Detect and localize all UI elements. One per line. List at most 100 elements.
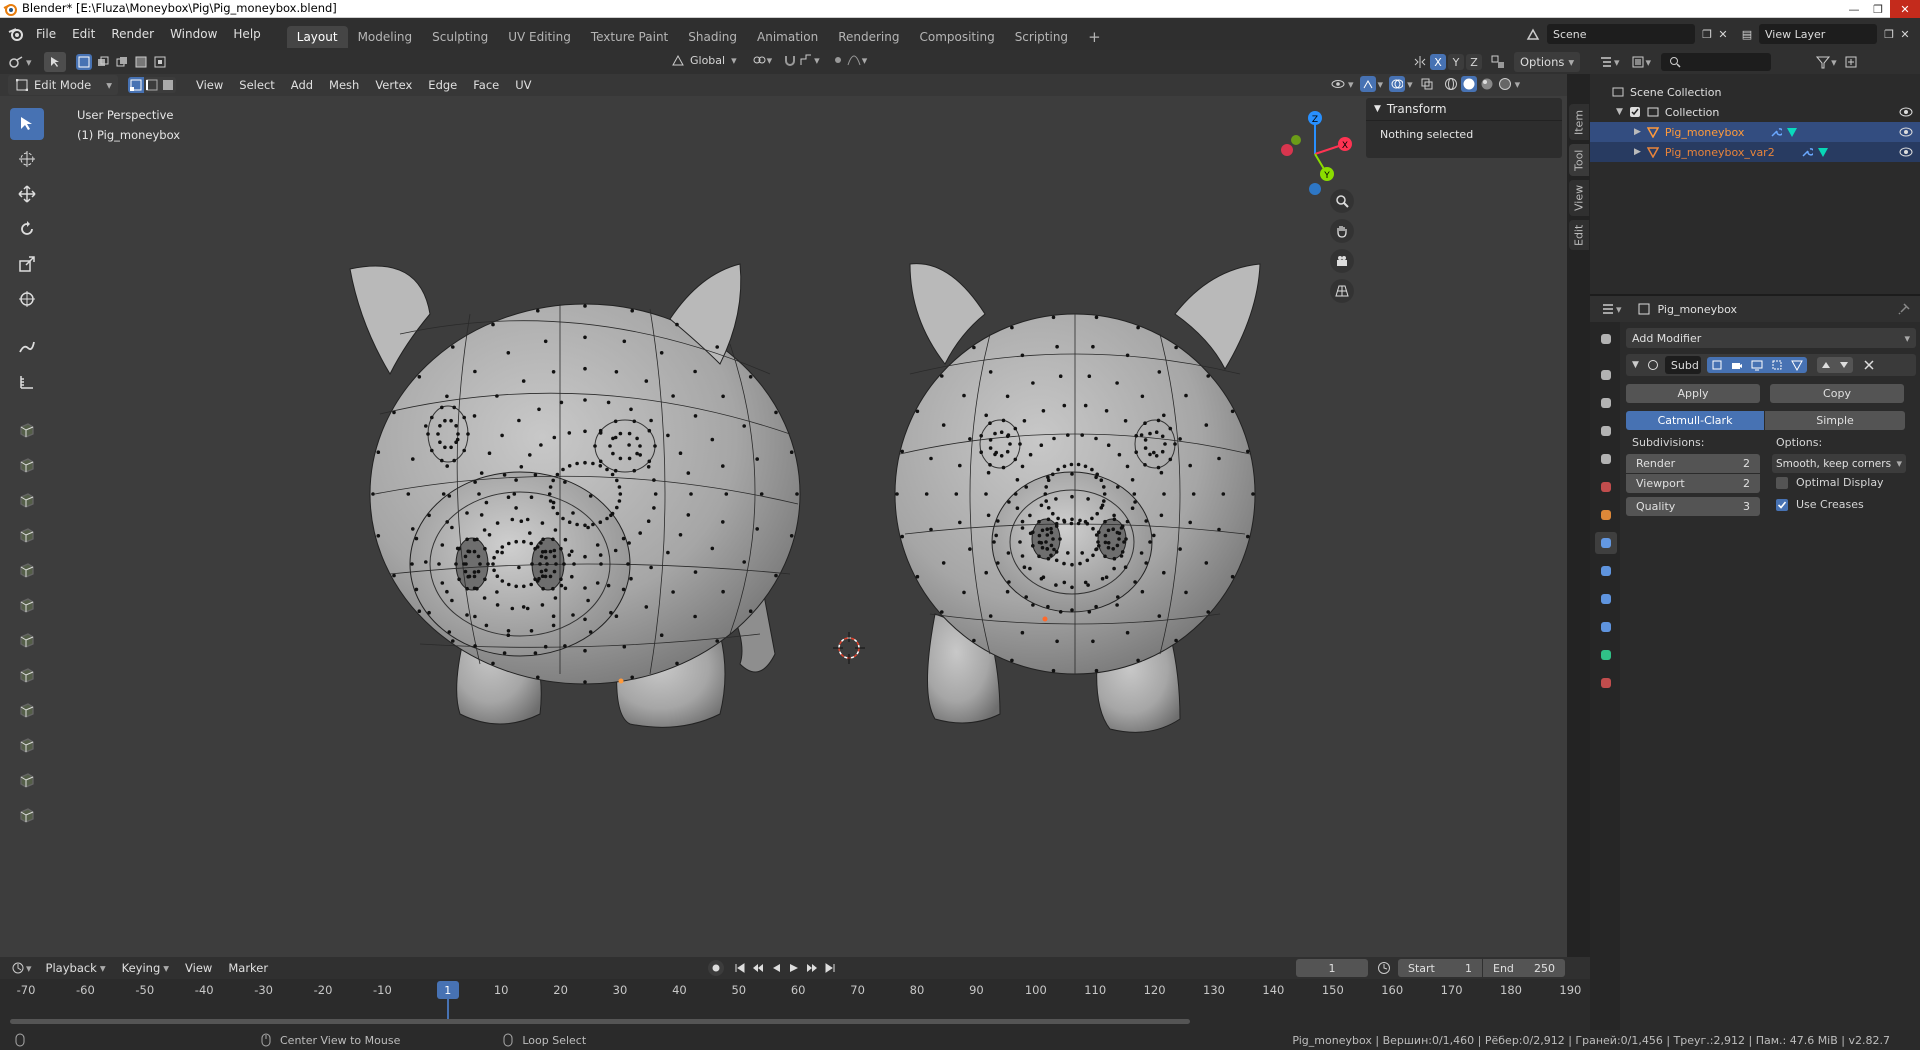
select-mode-extend-icon[interactable] bbox=[95, 54, 111, 70]
object-visibility-eye-icon[interactable] bbox=[1898, 124, 1914, 140]
tab-shading[interactable]: Shading bbox=[678, 26, 747, 48]
new-scene-icon[interactable]: ❐ bbox=[1699, 26, 1715, 42]
loop-cut-tool-icon[interactable] bbox=[10, 519, 44, 551]
knife-tool-icon[interactable] bbox=[10, 554, 44, 586]
scale-tool-icon[interactable] bbox=[10, 248, 44, 280]
tab-compositing[interactable]: Compositing bbox=[909, 26, 1004, 48]
tab-animation[interactable]: Animation bbox=[747, 26, 828, 48]
delete-scene-icon[interactable]: ✕ bbox=[1715, 26, 1731, 42]
gizmo-neg-y[interactable] bbox=[1291, 135, 1301, 145]
add-workspace-button[interactable]: + bbox=[1078, 26, 1111, 48]
mesh-data2-icon[interactable] bbox=[1815, 144, 1831, 160]
simple-toggle[interactable]: Simple bbox=[1765, 411, 1905, 430]
editor-type-icon[interactable] bbox=[8, 54, 24, 70]
perspective-toggle-icon[interactable] bbox=[1330, 279, 1354, 303]
annotate-tool-icon[interactable] bbox=[10, 331, 44, 363]
outliner-collection[interactable]: ▼ Collection bbox=[1590, 102, 1920, 122]
mirror-z-toggle[interactable]: Z bbox=[1466, 54, 1482, 70]
select-tool-icon[interactable] bbox=[43, 52, 66, 72]
tab-uv-editing[interactable]: UV Editing bbox=[498, 26, 581, 48]
outliner-object-pig-moneybox-var2[interactable]: ▶ Pig_moneybox_var2 bbox=[1590, 142, 1920, 162]
transform-panel-title[interactable]: Transform bbox=[1387, 102, 1447, 116]
smooth-tool-icon[interactable] bbox=[10, 659, 44, 691]
sidebar-tab-view[interactable]: View bbox=[1569, 180, 1589, 216]
modifiers-tab-icon[interactable] bbox=[1595, 532, 1617, 554]
3d-cursor-icon[interactable] bbox=[833, 632, 865, 664]
catmull-clark-toggle[interactable]: Catmull-Clark bbox=[1626, 411, 1764, 430]
show-in-render-icon[interactable] bbox=[1726, 357, 1747, 373]
display-mode-icon[interactable] bbox=[1630, 54, 1646, 70]
collection-visibility-eye-icon[interactable] bbox=[1898, 104, 1914, 120]
move-modifier-up-icon[interactable] bbox=[1816, 357, 1835, 373]
optimal-display-checkbox[interactable] bbox=[1776, 476, 1788, 489]
physics-tab-icon[interactable] bbox=[1595, 588, 1617, 610]
transform-tool-icon[interactable] bbox=[10, 283, 44, 315]
world-tab-icon[interactable] bbox=[1595, 476, 1617, 498]
options-dropdown[interactable]: Options ▾ bbox=[1514, 52, 1581, 72]
sidebar-tab-item[interactable]: Item bbox=[1569, 104, 1589, 140]
tool-settings-tab-icon[interactable] bbox=[1595, 328, 1617, 350]
modifier2-wrench-icon[interactable] bbox=[1799, 144, 1815, 160]
outliner-scene-collection[interactable]: Scene Collection bbox=[1590, 82, 1920, 102]
menu-render[interactable]: Render bbox=[103, 18, 162, 50]
render-levels-field[interactable]: Render 2 bbox=[1626, 454, 1760, 473]
proportional-falloff-icon[interactable] bbox=[846, 52, 862, 68]
scene-icon[interactable] bbox=[1525, 26, 1541, 42]
outliner-search-input[interactable] bbox=[1661, 53, 1772, 71]
sidebar-tab-edit[interactable]: Edit bbox=[1569, 220, 1589, 250]
modifier-name-field[interactable]: Subd bbox=[1664, 356, 1701, 374]
pin-icon[interactable] bbox=[1896, 301, 1912, 317]
object-expand-icon[interactable]: ▶ bbox=[1634, 127, 1641, 137]
close-window-button[interactable]: ✕ bbox=[1890, 0, 1920, 18]
snap-element-icon[interactable] bbox=[798, 52, 814, 68]
menu-edit[interactable]: Edit bbox=[64, 18, 103, 50]
pan-hand-icon[interactable] bbox=[1330, 219, 1354, 243]
quality-field[interactable]: Quality 3 bbox=[1626, 497, 1760, 516]
properties-editor-icon[interactable] bbox=[1600, 301, 1616, 317]
view-layer-icon[interactable]: ▤ bbox=[1739, 26, 1755, 42]
show-in-editmode-icon[interactable] bbox=[1706, 357, 1727, 373]
sidebar-tab-tool[interactable]: Tool bbox=[1569, 144, 1589, 176]
shrink-fatten-tool-icon[interactable] bbox=[10, 729, 44, 761]
auto-merge-icon[interactable] bbox=[1490, 54, 1506, 70]
collection-expand-icon[interactable]: ▼ bbox=[1616, 107, 1623, 117]
3d-viewport[interactable]: Edit Mode ▾ View Select Add Mesh Vertex … bbox=[0, 74, 1567, 957]
viewport-levels-field[interactable]: Viewport 2 bbox=[1626, 474, 1760, 493]
tab-rendering[interactable]: Rendering bbox=[828, 26, 909, 48]
extrude-region-tool-icon[interactable] bbox=[10, 414, 44, 446]
tab-texture-paint[interactable]: Texture Paint bbox=[581, 26, 678, 48]
snap-toggle-icon[interactable] bbox=[782, 52, 798, 68]
mirror-y-toggle[interactable]: Y bbox=[1448, 54, 1464, 70]
modifier-wrench-icon[interactable] bbox=[1768, 124, 1784, 140]
outliner-editor-icon[interactable] bbox=[1598, 54, 1614, 70]
maximize-button[interactable]: ❐ bbox=[1866, 0, 1890, 18]
tab-scripting[interactable]: Scripting bbox=[1005, 26, 1078, 48]
mirror-options-icon[interactable] bbox=[1412, 54, 1428, 70]
optimal-display-row[interactable]: Optimal Display bbox=[1776, 476, 1884, 489]
mirror-x-toggle[interactable]: X bbox=[1430, 54, 1446, 70]
menu-file[interactable]: File bbox=[28, 18, 64, 50]
delete-view-layer-icon[interactable]: ✕ bbox=[1897, 26, 1913, 42]
bevel-tool-icon[interactable] bbox=[10, 484, 44, 516]
select-box-tool-icon[interactable] bbox=[10, 108, 44, 140]
zoom-icon[interactable] bbox=[1330, 189, 1354, 213]
timeline-scrollbar[interactable] bbox=[10, 1019, 1190, 1024]
tab-modeling[interactable]: Modeling bbox=[348, 26, 423, 48]
blender-menu-icon[interactable] bbox=[8, 26, 24, 42]
material-tab-icon[interactable] bbox=[1595, 672, 1617, 694]
pivot-point-icon[interactable] bbox=[751, 52, 767, 68]
gizmo-neg-x[interactable] bbox=[1281, 144, 1293, 156]
camera-view-icon[interactable] bbox=[1330, 249, 1354, 273]
gizmo-neg-z[interactable] bbox=[1309, 183, 1321, 195]
object-tab-icon[interactable] bbox=[1595, 504, 1617, 526]
filter-icon[interactable] bbox=[1815, 54, 1831, 70]
show-on-cage-icon[interactable] bbox=[1766, 357, 1787, 373]
move-modifier-down-icon[interactable] bbox=[1834, 357, 1853, 373]
measure-tool-icon[interactable] bbox=[10, 366, 44, 398]
copy-modifier-button[interactable]: Copy bbox=[1770, 384, 1904, 403]
render-tab-icon[interactable] bbox=[1595, 364, 1617, 386]
inset-faces-tool-icon[interactable] bbox=[10, 449, 44, 481]
show-in-viewport-icon[interactable] bbox=[1746, 357, 1767, 373]
scene-selector[interactable]: Scene bbox=[1547, 24, 1695, 44]
new-view-layer-icon[interactable]: ❐ bbox=[1881, 26, 1897, 42]
